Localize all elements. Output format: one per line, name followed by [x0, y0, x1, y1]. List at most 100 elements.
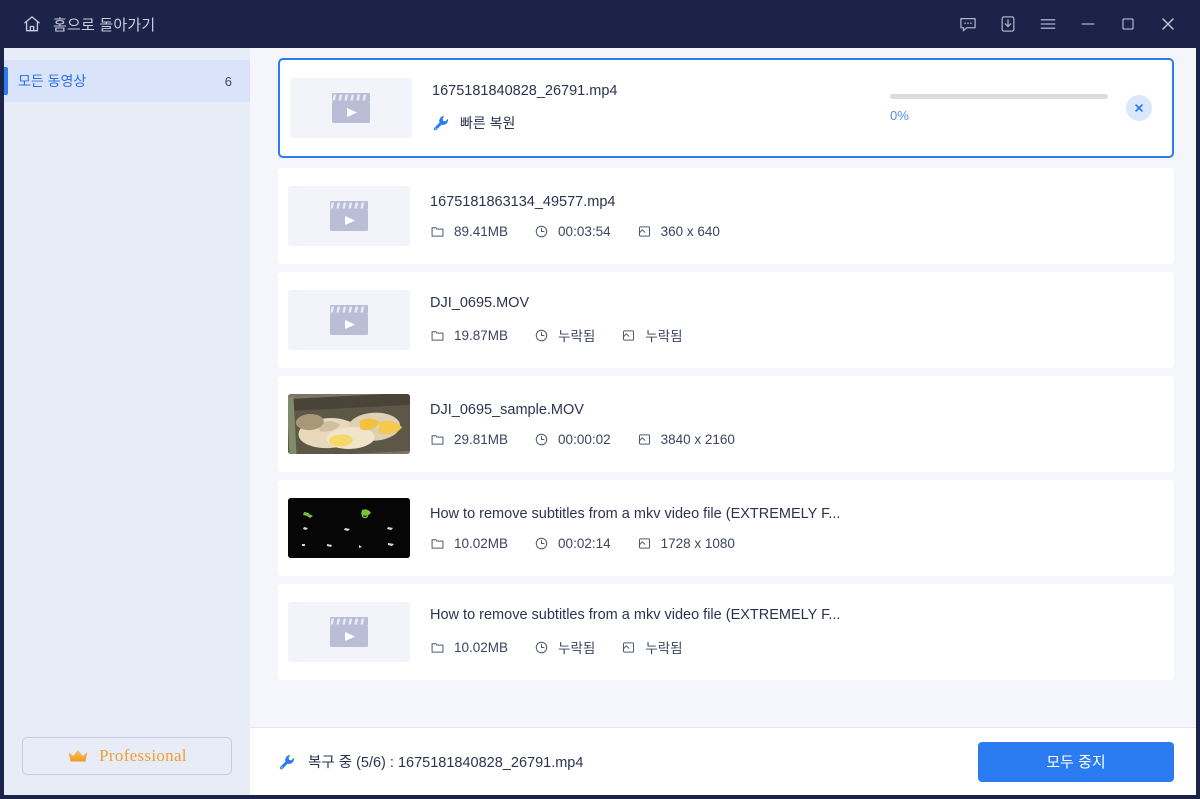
status-area: 복구 중 (5/6) : 1675181840828_26791.mp4 — [278, 751, 583, 772]
meta-value: 29.81MB — [454, 431, 509, 447]
video-thumbnail — [288, 498, 410, 558]
file-icon — [430, 432, 445, 447]
meta-value: 00:03:54 — [558, 223, 611, 239]
meta-duration: 00:02:14 — [534, 536, 611, 551]
resolution-icon — [621, 640, 636, 655]
meta-value: 3840 x 2160 — [660, 431, 735, 447]
meta-resolution: 누락됨 — [621, 637, 683, 657]
meta-value: 00:00:02 — [558, 431, 611, 447]
progress-block: 0% — [890, 93, 1108, 123]
resolution-icon — [637, 224, 652, 239]
sidebar-item-count: 6 — [224, 73, 232, 89]
progress-percent: 0% — [890, 107, 909, 123]
meta-resolution: 3840 x 2160 — [637, 432, 735, 447]
meta-duration: 누락됨 — [534, 637, 595, 657]
meta-value: 누락됨 — [558, 329, 596, 344]
meta-value: 00:02:14 — [558, 535, 611, 551]
file-icon — [430, 536, 445, 551]
maximize-icon[interactable] — [1108, 4, 1148, 44]
professional-label: Professional — [99, 746, 187, 765]
meta-duration: 00:00:02 — [534, 432, 611, 447]
meta-row: 10.02MB 누락됨 누락됨 — [430, 637, 1160, 657]
home-icon — [22, 14, 42, 34]
table-row[interactable]: 1675181863134_49577.mp4 89.41MB 00:03:54… — [278, 168, 1174, 264]
wrench-icon — [432, 114, 450, 132]
video-list[interactable]: 1675181840828_26791.mp4 빠른 복원 0% 1675181… — [250, 48, 1196, 727]
video-thumbnail — [288, 602, 410, 662]
title-bar: 홈으로 돌아가기 — [0, 0, 1200, 48]
meta-resolution: 360 x 640 — [637, 224, 720, 239]
video-thumbnail — [290, 78, 412, 138]
cancel-button[interactable] — [1126, 95, 1152, 121]
row-info: How to remove subtitles from a mkv video… — [410, 506, 1160, 551]
resolution-icon — [621, 328, 636, 343]
film-placeholder-icon — [332, 93, 370, 123]
corrupted-frame-preview — [288, 394, 410, 454]
meta-row: 19.87MB 누락됨 누락됨 — [430, 325, 1160, 345]
clock-icon — [534, 432, 549, 447]
table-row[interactable]: How to remove subtitles from a mkv video… — [278, 480, 1174, 576]
film-placeholder-icon — [330, 305, 368, 335]
clock-icon — [534, 224, 549, 239]
file-icon — [430, 224, 445, 239]
meta-value: 89.41MB — [454, 223, 509, 239]
resolution-icon — [637, 536, 652, 551]
body-area: 모든 동영상 6 Professional 1675181840828_2679… — [0, 48, 1200, 799]
file-name: DJI_0695.MOV — [430, 295, 530, 311]
table-row[interactable]: 1675181840828_26791.mp4 빠른 복원 0% — [278, 58, 1174, 158]
film-placeholder-icon — [330, 617, 368, 647]
film-placeholder-icon — [330, 201, 368, 231]
table-row[interactable]: DJI_0695.MOV 19.87MB 누락됨 누락됨 — [278, 272, 1174, 368]
meta-filesize: 89.41MB — [430, 224, 508, 239]
row-info: DJI_0695.MOV 19.87MB 누락됨 누락됨 — [410, 295, 1160, 345]
repair-mode-tag: 빠른 복원 — [432, 113, 890, 133]
row-info: 1675181863134_49577.mp4 89.41MB 00:03:54… — [410, 194, 1160, 239]
meta-filesize: 10.02MB — [430, 640, 508, 655]
wrench-icon — [278, 753, 296, 771]
dark-frame-preview — [288, 498, 410, 558]
row-info: 1675181840828_26791.mp4 빠른 복원 — [412, 83, 890, 133]
sidebar-item-label: 모든 동영상 — [18, 73, 87, 89]
meta-duration: 누락됨 — [534, 325, 595, 345]
repair-mode-label: 빠른 복원 — [460, 115, 516, 131]
table-row[interactable]: How to remove subtitles from a mkv video… — [278, 584, 1174, 680]
sidebar: 모든 동영상 6 Professional — [4, 48, 250, 795]
meta-value: 누락됨 — [645, 641, 683, 656]
clock-icon — [534, 536, 549, 551]
crown-icon — [67, 748, 89, 764]
home-button[interactable]: 홈으로 돌아가기 — [22, 14, 155, 35]
menu-icon[interactable] — [1028, 4, 1068, 44]
meta-value: 누락됨 — [558, 641, 596, 656]
meta-filesize: 29.81MB — [430, 432, 508, 447]
table-row[interactable]: DJI_0695_sample.MOV 29.81MB 00:00:02 384… — [278, 376, 1174, 472]
file-icon — [430, 640, 445, 655]
meta-value: 19.87MB — [454, 327, 509, 343]
download-icon[interactable] — [988, 4, 1028, 44]
meta-value: 누락됨 — [645, 329, 683, 344]
stop-all-button[interactable]: 모두 중지 — [978, 741, 1174, 782]
meta-resolution: 누락됨 — [621, 325, 683, 345]
minimize-icon[interactable] — [1068, 4, 1108, 44]
meta-duration: 00:03:54 — [534, 224, 611, 239]
sidebar-item-all-videos[interactable]: 모든 동영상 6 — [4, 60, 250, 102]
professional-button[interactable]: Professional — [22, 737, 232, 775]
file-name: How to remove subtitles from a mkv video… — [430, 607, 841, 623]
file-name: DJI_0695_sample.MOV — [430, 401, 584, 418]
meta-row: 10.02MB 00:02:14 1728 x 1080 — [430, 536, 1160, 551]
meta-resolution: 1728 x 1080 — [637, 536, 735, 551]
meta-row: 29.81MB 00:00:02 3840 x 2160 — [430, 432, 1160, 447]
sidebar-footer: Professional — [4, 737, 250, 795]
video-thumbnail — [288, 186, 410, 246]
progress-bar — [890, 93, 1108, 99]
meta-filesize: 10.02MB — [430, 536, 508, 551]
close-icon[interactable] — [1148, 4, 1188, 44]
meta-value: 360 x 640 — [660, 223, 720, 239]
feedback-icon[interactable] — [948, 4, 988, 44]
file-name: 1675181863134_49577.mp4 — [430, 193, 616, 210]
window-controls — [948, 4, 1188, 44]
status-text: 복구 중 (5/6) : 1675181840828_26791.mp4 — [308, 755, 584, 771]
meta-filesize: 19.87MB — [430, 328, 508, 343]
bottom-bar: 복구 중 (5/6) : 1675181840828_26791.mp4 모두 … — [250, 727, 1196, 795]
app-window: 홈으로 돌아가기 모든 동영상 6 Professional 167518184… — [0, 0, 1200, 799]
meta-value: 1728 x 1080 — [660, 535, 735, 551]
